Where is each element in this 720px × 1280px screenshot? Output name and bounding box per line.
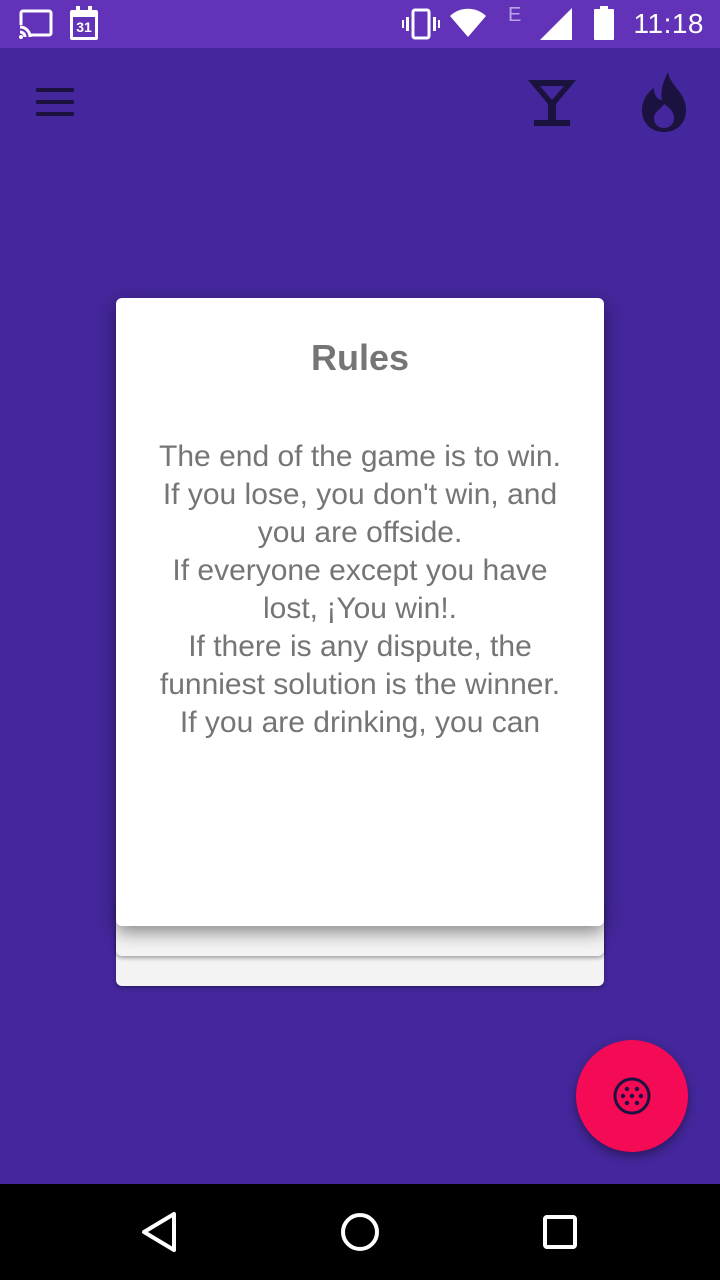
status-bar: 31 E 11:18 [0,0,720,48]
recents-button[interactable] [536,1208,584,1256]
calendar-icon: 31 [68,6,100,47]
cast-icon [18,8,54,45]
cocktail-icon [528,80,576,126]
flame-icon [642,72,686,132]
back-button[interactable] [136,1208,184,1256]
drinks-button[interactable] [520,74,584,134]
calendar-day: 31 [76,19,92,35]
app-bar [0,48,720,160]
dice-fab-button[interactable] [576,1040,688,1152]
menu-button[interactable] [26,80,86,128]
vibrate-icon [402,8,440,45]
battery-icon [594,6,614,45]
rules-card[interactable]: Rules The end of the game is to win. If … [116,298,604,926]
recents-icon [543,1215,577,1249]
fire-button[interactable] [634,70,694,134]
network-type: E [508,4,522,26]
cell-signal-icon [540,8,572,45]
card-title: Rules [310,337,410,378]
app-screen: 31 E 11:18 Rules The end of the game is … [0,0,720,1280]
wifi-icon [450,8,486,43]
nav-bar [0,1184,720,1280]
status-time: 11:18 [633,8,704,39]
home-icon [341,1213,379,1251]
card-body: The end of the game is to win. If you lo… [159,440,561,739]
dice-icon [613,1077,651,1115]
back-icon [142,1212,176,1252]
home-button[interactable] [336,1208,384,1256]
